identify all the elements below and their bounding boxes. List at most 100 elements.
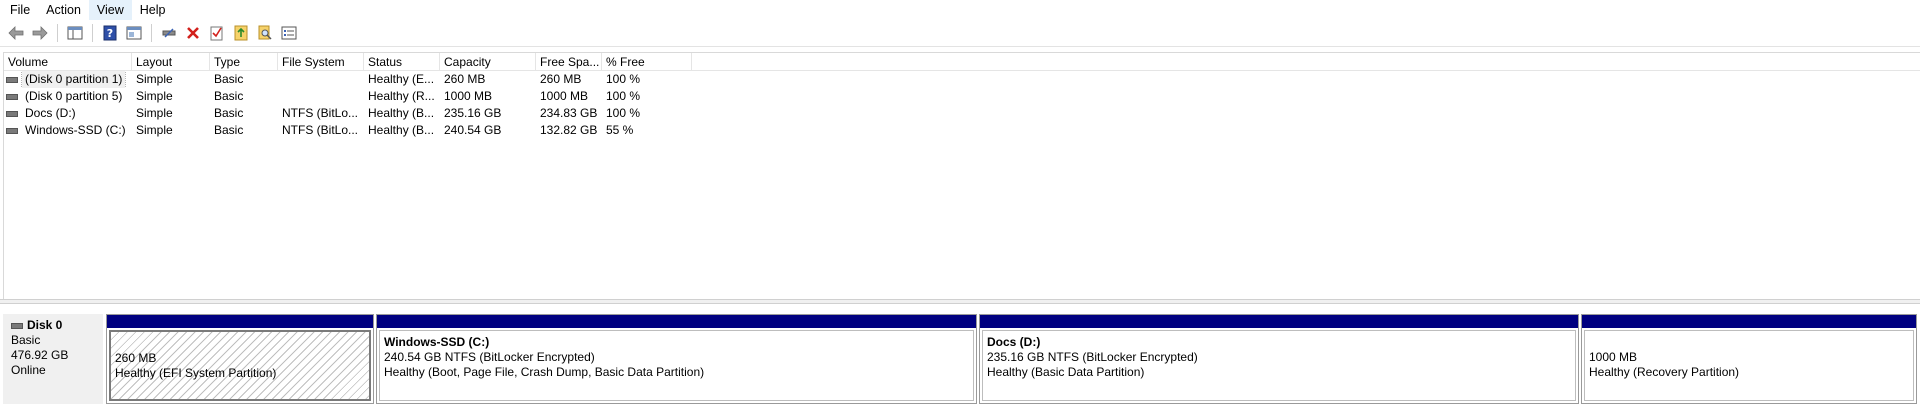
cell-file-system — [278, 71, 364, 88]
cell-layout: Simple — [136, 106, 173, 120]
disk-info-panel[interactable]: Disk 0 Basic 476.92 GB Online — [3, 314, 103, 404]
table-row[interactable]: Windows-SSD (C:) Simple Basic NTFS (BitL… — [4, 122, 1920, 139]
cell-volume: (Disk 0 partition 5) — [4, 88, 132, 105]
back-button[interactable] — [4, 22, 28, 44]
cell-layout: Simple — [136, 89, 173, 103]
drive-icon — [6, 110, 18, 117]
cell-percent-free: 100 % — [606, 89, 641, 103]
partition-size: 1000 MB — [1589, 350, 1638, 364]
disk-graphical-view: Disk 0 Basic 476.92 GB Online 260 MB Hea… — [0, 304, 1920, 404]
connect-drive-button[interactable] — [157, 22, 181, 44]
toolbar: ? — [0, 20, 1920, 47]
column-header-capacity[interactable]: Capacity — [440, 53, 536, 71]
partition-docs[interactable]: Docs (D:) 235.16 GB NTFS (BitLocker Encr… — [979, 314, 1579, 404]
check-button[interactable] — [205, 22, 229, 44]
partition-body: 260 MB Healthy (EFI System Partition) — [109, 330, 371, 401]
cell-type: Basic — [214, 123, 244, 137]
help-icon: ? — [103, 25, 117, 41]
partition-bar — [107, 315, 373, 328]
column-header-volume[interactable]: Volume — [4, 53, 132, 71]
list-view-button[interactable] — [277, 22, 301, 44]
disk-size: 476.92 GB — [11, 348, 69, 362]
partition-body: 1000 MB Healthy (Recovery Partition) — [1584, 330, 1914, 401]
cell-volume: Docs (D:) — [4, 105, 132, 122]
cell-file-system: NTFS (BitLo... — [282, 123, 359, 137]
help-button[interactable]: ? — [98, 22, 122, 44]
list-view-icon — [281, 26, 297, 40]
delete-button[interactable] — [181, 22, 205, 44]
disk-state: Online — [11, 363, 46, 377]
column-header-free-space[interactable]: Free Spa... — [536, 53, 602, 71]
menu-file[interactable]: File — [2, 0, 38, 20]
cell-type: Basic — [214, 89, 244, 103]
search-icon — [258, 25, 272, 40]
back-arrow-icon — [8, 26, 24, 40]
connect-drive-icon — [162, 28, 176, 38]
partition-status: Healthy (Boot, Page File, Crash Dump, Ba… — [384, 365, 705, 379]
cell-file-system: NTFS (BitLo... — [282, 106, 359, 120]
cell-volume: Windows-SSD (C:) — [4, 122, 132, 139]
forward-button[interactable] — [28, 22, 52, 44]
partition-bar — [980, 315, 1578, 328]
drive-icon — [6, 127, 18, 134]
column-header-status[interactable]: Status — [364, 53, 440, 71]
menu-help[interactable]: Help — [132, 0, 174, 20]
show-hide-console-tree-icon — [67, 26, 83, 40]
disk-name: Disk 0 — [27, 318, 63, 332]
cell-type: Basic — [214, 106, 244, 120]
cell-free-space: 132.82 GB — [540, 123, 598, 137]
column-header-file-system[interactable]: File System — [278, 53, 364, 71]
column-header-layout[interactable]: Layout — [132, 53, 210, 71]
properties-button[interactable] — [122, 22, 146, 44]
table-row[interactable]: (Disk 0 partition 1) Simple Basic Health… — [4, 71, 1920, 88]
column-header-percent-free[interactable]: % Free — [602, 53, 692, 71]
disk-title: Disk 0 — [11, 318, 95, 333]
search-button[interactable] — [253, 22, 277, 44]
cell-free-space: 234.83 GB — [540, 106, 598, 120]
column-header-type[interactable]: Type — [210, 53, 278, 71]
menu-view[interactable]: View — [88, 0, 132, 20]
cell-volume: (Disk 0 partition 1) — [4, 71, 132, 88]
partition-efi[interactable]: 260 MB Healthy (EFI System Partition) — [106, 314, 374, 404]
cell-layout: Simple — [136, 72, 173, 86]
console-tree-button[interactable] — [63, 22, 87, 44]
partition-title: Windows-SSD (C:) — [384, 335, 490, 349]
partition-status: Healthy (Recovery Partition) — [1589, 365, 1740, 379]
partition-size: 240.54 GB NTFS (BitLocker Encrypted) — [384, 350, 595, 364]
volume-list: Volume Layout Type File System Status Ca… — [3, 52, 1920, 299]
toolbar-separator — [151, 24, 152, 42]
partition-size: 260 MB — [115, 351, 157, 365]
cell-layout: Simple — [136, 123, 173, 137]
cell-file-system — [278, 88, 364, 105]
table-row[interactable]: (Disk 0 partition 5) Simple Basic Health… — [4, 88, 1920, 105]
partition-recovery[interactable]: 1000 MB Healthy (Recovery Partition) — [1581, 314, 1917, 404]
menu-action[interactable]: Action — [38, 0, 89, 20]
cell-free-space: 260 MB — [540, 72, 582, 86]
partition-title — [1589, 335, 1909, 350]
cell-free-space: 1000 MB — [540, 89, 589, 103]
partition-title: Docs (D:) — [987, 335, 1041, 349]
export-button[interactable] — [229, 22, 253, 44]
cell-capacity: 260 MB — [444, 72, 486, 86]
cell-capacity: 235.16 GB — [444, 106, 502, 120]
disk-type: Basic — [11, 333, 41, 347]
delete-icon — [187, 27, 199, 39]
partition-status: Healthy (EFI System Partition) — [115, 366, 277, 380]
export-icon — [234, 25, 248, 41]
disk-icon — [11, 322, 23, 329]
cell-status: Healthy (E... — [368, 72, 435, 86]
partition-body: Windows-SSD (C:) 240.54 GB NTFS (BitLock… — [379, 330, 974, 401]
partition-size: 235.16 GB NTFS (BitLocker Encrypted) — [987, 350, 1198, 364]
toolbar-separator — [57, 24, 58, 42]
cell-type: Basic — [214, 72, 244, 86]
partition-windows-ssd[interactable]: Windows-SSD (C:) 240.54 GB NTFS (BitLock… — [376, 314, 977, 404]
properties-icon — [126, 26, 142, 40]
cell-status: Healthy (B... — [368, 123, 435, 137]
table-header: Volume Layout Type File System Status Ca… — [4, 53, 1920, 71]
menu-bar: File Action View Help — [0, 0, 1920, 20]
partition-body: Docs (D:) 235.16 GB NTFS (BitLocker Encr… — [982, 330, 1576, 401]
toolbar-separator — [92, 24, 93, 42]
drive-icon — [6, 93, 18, 100]
table-row[interactable]: Docs (D:) Simple Basic NTFS (BitLo... He… — [4, 105, 1920, 122]
svg-text:?: ? — [107, 27, 113, 40]
